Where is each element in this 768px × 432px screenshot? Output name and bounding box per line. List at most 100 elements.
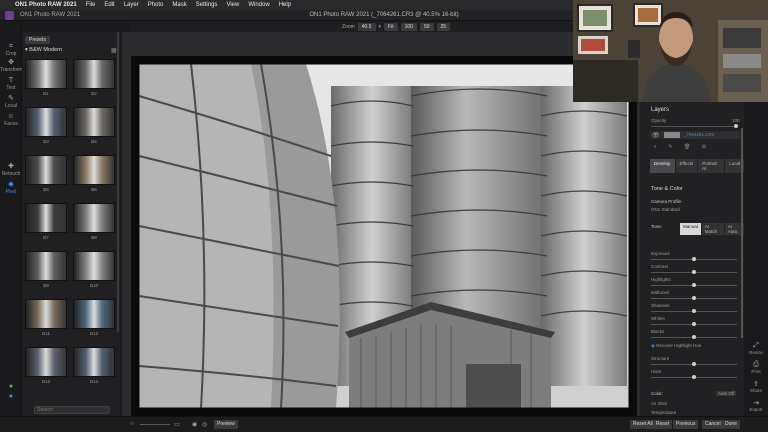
zoom-25-button[interactable]: 25 — [436, 23, 451, 31]
layer-row[interactable]: 👁 _7064261.CR3 — [650, 131, 740, 139]
preset-thumbnail[interactable]: B12 — [73, 299, 115, 336]
panel-scrollbar[interactable] — [741, 128, 743, 338]
presets-tab[interactable]: Presets — [25, 36, 50, 44]
preset-label: B7 — [43, 235, 49, 240]
slider-knob[interactable] — [692, 309, 696, 313]
loupe-icon[interactable]: ○ — [130, 421, 134, 427]
section-title[interactable]: Tone & Color — [651, 186, 683, 192]
module-resize[interactable]: ⤢ Resize — [744, 342, 768, 355]
eye-icon[interactable]: ◎ — [202, 421, 207, 428]
trash-icon[interactable]: 🗑 — [684, 144, 690, 150]
tool-pixel[interactable]: ◆ Pixel — [0, 181, 22, 195]
module-share[interactable]: ⇪ Share — [744, 380, 768, 393]
preset-thumbnail[interactable]: B2 — [73, 59, 115, 96]
tone-ai-match-button[interactable]: AI Match — [701, 223, 724, 235]
previous-button[interactable]: Previous — [673, 420, 699, 429]
tone-slider[interactable] — [651, 322, 737, 326]
tool-text[interactable]: T Text — [0, 77, 22, 91]
tone-slider[interactable] — [651, 309, 737, 313]
menu-settings[interactable]: Settings — [196, 2, 218, 8]
menu-window[interactable]: Window — [248, 2, 269, 8]
tone-slider[interactable] — [651, 335, 737, 339]
menu-view[interactable]: View — [226, 2, 239, 8]
tool-crop[interactable]: ⌗ Crop — [0, 43, 22, 57]
module-export[interactable]: ⇥ Export — [744, 399, 768, 412]
preset-search-input[interactable]: Search — [34, 406, 110, 414]
preset-thumbnail[interactable]: B9 — [25, 251, 67, 288]
reset-all-button[interactable]: Reset All — [630, 420, 656, 429]
preset-thumbnail[interactable]: B13 — [25, 347, 67, 384]
image-canvas[interactable] — [122, 32, 648, 416]
camera-profile-select[interactable]: ON1 Standard — [651, 207, 680, 212]
menu-app-name[interactable]: ON1 Photo RAW 2021 — [15, 2, 77, 8]
tone-slider[interactable] — [651, 257, 737, 261]
haze-knob[interactable] — [692, 375, 696, 379]
tool-transform[interactable]: ✥ Transform — [0, 59, 23, 73]
preset-thumbnail[interactable]: B11 — [25, 299, 67, 336]
slider-knob[interactable] — [692, 270, 696, 274]
reset-button[interactable]: Reset — [653, 420, 673, 429]
slider-knob[interactable] — [692, 296, 696, 300]
settings-icon[interactable]: ⚙ — [702, 144, 706, 150]
zoom-100-button[interactable]: 100 — [400, 23, 417, 31]
mask-view-icon[interactable]: ◉ — [192, 421, 197, 428]
eye-icon[interactable]: 👁 — [652, 132, 660, 139]
tone-slider[interactable] — [651, 296, 737, 300]
preset-thumbnail[interactable]: B1 — [25, 59, 67, 96]
tool-extra-2[interactable]: ● — [0, 393, 22, 401]
tool-faces[interactable]: ☺ Faces — [0, 113, 22, 127]
zoom-dropdown-icon[interactable]: ▾ — [379, 24, 382, 30]
opacity-knob[interactable] — [734, 124, 738, 128]
tab-portrait-ai[interactable]: Portrait AI — [698, 159, 725, 173]
slider-knob[interactable] — [692, 335, 696, 339]
tool-local[interactable]: ✎ Local — [0, 95, 22, 109]
thumb-size-slider[interactable] — [140, 424, 170, 425]
grid-view-icon[interactable]: ▦ — [111, 47, 117, 54]
tone-slider[interactable] — [651, 270, 737, 274]
menu-edit[interactable]: Edit — [104, 2, 114, 8]
haze-slider[interactable] — [651, 375, 737, 379]
recover-highlight-checkbox[interactable]: ◉ Recover Highlight Hue — [651, 343, 701, 349]
compare-icon[interactable]: ▭ — [174, 421, 180, 428]
tool-retouch[interactable]: ✚ Retouch — [0, 163, 22, 177]
preset-thumbnail[interactable]: B8 — [73, 203, 115, 240]
menu-help[interactable]: Help — [279, 2, 291, 8]
preset-thumbnail[interactable]: B5 — [25, 155, 67, 192]
menu-mask[interactable]: Mask — [172, 2, 186, 8]
mask-icon[interactable]: ◐ — [654, 144, 657, 150]
tone-slider[interactable] — [651, 283, 737, 287]
tab-effects[interactable]: Effects — [675, 159, 698, 173]
menu-layer[interactable]: Layer — [124, 2, 139, 8]
menu-photo[interactable]: Photo — [148, 2, 164, 8]
slider-knob[interactable] — [692, 322, 696, 326]
slider-knob[interactable] — [692, 257, 696, 261]
auto-off-button[interactable]: Auto Off — [716, 391, 737, 396]
zoom-input[interactable]: 40.5 — [357, 23, 376, 31]
preset-thumbnail[interactable]: B14 — [73, 347, 115, 384]
preset-thumbnail[interactable]: B3 — [25, 107, 67, 144]
menu-file[interactable]: File — [86, 2, 96, 8]
zoom-50-button[interactable]: 50 — [419, 23, 434, 31]
slider-knob[interactable] — [692, 283, 696, 287]
module-print[interactable]: ⎙ Print — [744, 361, 768, 374]
preset-thumbnail[interactable]: B4 — [73, 107, 115, 144]
retouch-icon: ✚ — [8, 163, 14, 170]
tone-manual-button[interactable]: Manual — [680, 223, 701, 235]
presets-scrollbar[interactable] — [117, 32, 119, 332]
preset-thumbnail[interactable]: B7 — [25, 203, 67, 240]
preview-button[interactable]: Preview — [214, 420, 238, 429]
preset-thumbnail[interactable]: B10 — [73, 251, 115, 288]
white-balance-select[interactable]: As Shot — [651, 401, 667, 406]
preset-thumbnail[interactable]: B6 — [73, 155, 115, 192]
opacity-slider[interactable] — [651, 124, 738, 128]
text-icon: T — [8, 77, 14, 84]
tab-develop[interactable]: Develop — [650, 159, 675, 173]
brush-icon[interactable]: ✎ — [668, 144, 672, 150]
structure-knob[interactable] — [692, 362, 696, 366]
zoom-fit-button[interactable]: Fit — [384, 23, 398, 31]
done-button[interactable]: Done — [722, 420, 740, 429]
preset-category[interactable]: ▾ B&W Modern ▦ — [25, 47, 117, 54]
cancel-button[interactable]: Cancel — [702, 420, 724, 429]
structure-slider[interactable] — [651, 362, 737, 366]
tool-extra-1[interactable]: ● — [0, 383, 22, 391]
